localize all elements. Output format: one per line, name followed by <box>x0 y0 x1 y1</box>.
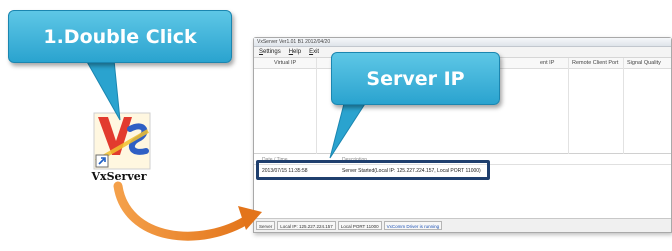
callout-tail-server-ip <box>329 96 371 159</box>
server-ip-highlight-box <box>256 160 490 180</box>
double-click-callout-text: 1.Double Click <box>43 26 197 48</box>
server-ip-callout: Server IP <box>331 52 500 105</box>
double-click-callout: 1.Double Click <box>8 10 232 63</box>
callout-tail-double-click <box>85 60 121 121</box>
server-ip-callout-text: Server IP <box>366 68 465 90</box>
